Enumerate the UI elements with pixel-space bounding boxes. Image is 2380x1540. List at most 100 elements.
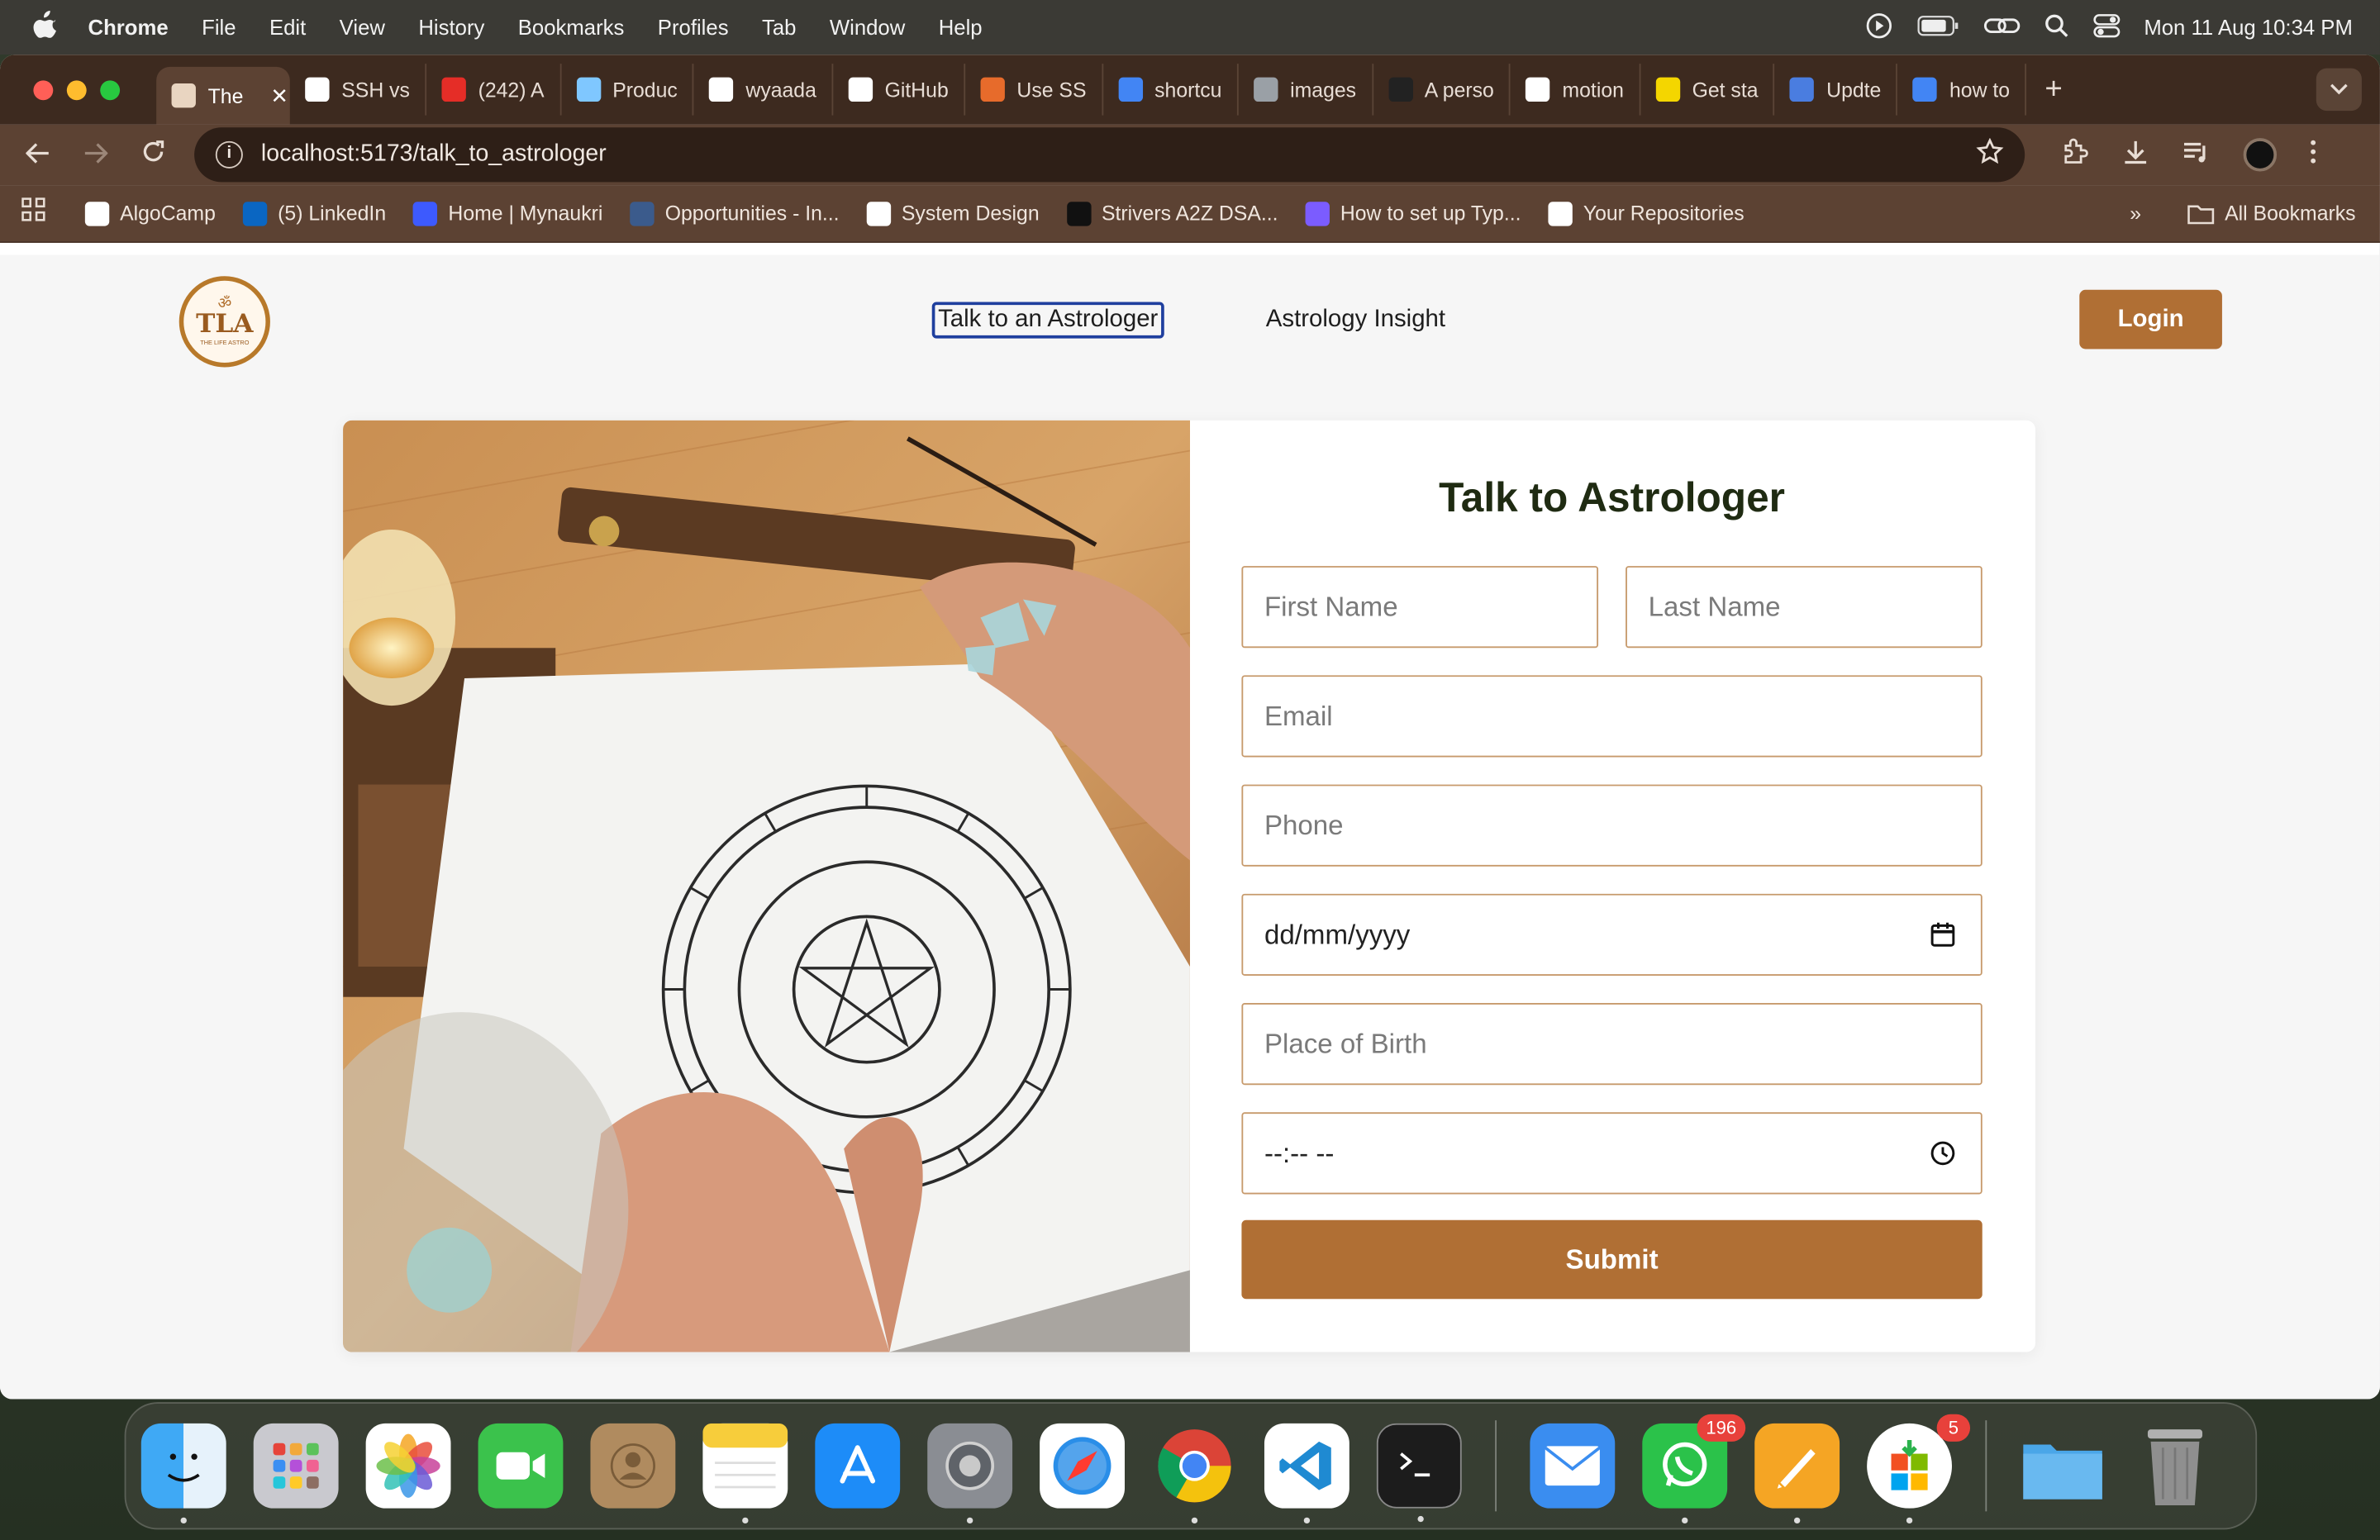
pages-icon[interactable]	[1754, 1423, 1840, 1524]
control-center-icon[interactable]	[2092, 13, 2120, 42]
tab-favicon-icon	[980, 77, 1005, 102]
downloads-folder-icon[interactable]	[2021, 1424, 2106, 1509]
bookmark-item[interactable]: (5) LinkedIn	[242, 201, 386, 226]
site-logo[interactable]: ॐ TLA THE LIFE ASTRO	[178, 276, 270, 368]
url-text[interactable]: localhost:5173/talk_to_astrologer	[261, 141, 607, 169]
safari-icon[interactable]	[1040, 1423, 1125, 1509]
bookmark-favicon-icon	[1548, 201, 1573, 226]
facetime-icon[interactable]	[478, 1423, 564, 1509]
trash-icon[interactable]	[2133, 1424, 2218, 1509]
reload-button[interactable]	[125, 139, 183, 171]
chrome-running-dot	[1191, 1517, 1198, 1524]
clock-icon[interactable]	[1929, 1139, 1956, 1167]
site-info-icon[interactable]: i	[215, 140, 243, 169]
bookmark-star-icon[interactable]	[1976, 136, 2004, 172]
vscode-icon[interactable]	[1264, 1423, 1349, 1524]
menu-profiles[interactable]: Profiles	[658, 15, 729, 39]
microsoft-store-icon[interactable]: 5	[1867, 1414, 1971, 1524]
browser-tab[interactable]: Produc	[561, 64, 694, 116]
link-icon[interactable]	[1983, 13, 2020, 42]
close-window-button[interactable]	[33, 79, 54, 100]
bookmark-item[interactable]: Opportunities - In...	[630, 201, 840, 226]
menubar-clock[interactable]: Mon 11 Aug 10:34 PM	[2144, 15, 2353, 39]
forward-button[interactable]	[67, 139, 125, 171]
login-button[interactable]: Login	[2079, 289, 2222, 349]
system-settings-icon[interactable]	[927, 1423, 1013, 1524]
place-of-birth-input[interactable]: Place of Birth	[1241, 1003, 1983, 1086]
browser-tab[interactable]: Use SS	[965, 64, 1103, 116]
all-bookmarks-button[interactable]: All Bookmarks	[2187, 202, 2356, 225]
browser-tab[interactable]: wyaada	[694, 64, 834, 116]
menu-tab[interactable]: Tab	[762, 15, 796, 39]
address-bar[interactable]: i localhost:5173/talk_to_astrologer	[194, 127, 2025, 183]
chrome-menu-icon[interactable]	[2310, 139, 2316, 171]
nav-talk-to-astrologer[interactable]: Talk to an Astrologer	[931, 302, 1164, 339]
finder-icon[interactable]	[140, 1423, 226, 1524]
browser-tab[interactable]: (242) A	[426, 64, 561, 116]
notes-icon[interactable]	[702, 1423, 788, 1524]
browser-tab[interactable]: motion	[1511, 64, 1641, 116]
play-icon[interactable]	[1864, 12, 1892, 44]
tab-label: Get sta	[1692, 78, 1759, 102]
nav-astrology-insight[interactable]: Astrology Insight	[1266, 307, 1445, 334]
browser-tab[interactable]: SSH vs	[290, 64, 427, 116]
submit-button[interactable]: Submit	[1241, 1219, 1983, 1300]
browser-tab[interactable]: The ✕	[156, 66, 290, 125]
apple-menu-icon[interactable]	[31, 9, 61, 45]
media-controls-icon[interactable]	[2182, 139, 2210, 171]
minimize-window-button[interactable]	[66, 79, 87, 100]
menu-help[interactable]: Help	[939, 15, 983, 39]
menu-view[interactable]: View	[340, 15, 385, 39]
apps-grid-icon[interactable]	[21, 197, 45, 230]
terminal-icon[interactable]	[1376, 1423, 1462, 1523]
bookmark-item[interactable]: Home | Mynaukri	[413, 201, 602, 226]
all-bookmarks-label[interactable]: All Bookmarks	[2225, 202, 2355, 225]
search-icon[interactable]	[2044, 13, 2068, 42]
close-tab-icon[interactable]: ✕	[270, 83, 288, 108]
first-name-input[interactable]: First Name	[1241, 566, 1599, 649]
store-badge: 5	[1936, 1414, 1971, 1442]
zoom-window-button[interactable]	[100, 79, 121, 100]
app-store-icon[interactable]	[815, 1423, 901, 1509]
date-of-birth-input[interactable]: dd/mm/yyyy	[1241, 893, 1983, 976]
browser-tab[interactable]: A perso	[1373, 64, 1511, 116]
bookmark-item[interactable]: System Design	[866, 201, 1040, 226]
chrome-icon[interactable]	[1152, 1424, 1237, 1524]
bookmark-item[interactable]: Strivers A2Z DSA...	[1066, 201, 1278, 226]
tab-favicon-icon	[1526, 77, 1550, 102]
contacts-icon[interactable]	[590, 1423, 676, 1509]
last-name-input[interactable]: Last Name	[1626, 566, 1983, 649]
browser-tab[interactable]: shortcu	[1103, 64, 1239, 116]
browser-tab[interactable]: how to	[1898, 64, 2027, 116]
photos-icon[interactable]	[365, 1423, 451, 1509]
menu-history[interactable]: History	[418, 15, 484, 39]
menu-bookmarks[interactable]: Bookmarks	[518, 15, 625, 39]
battery-icon[interactable]	[1916, 14, 1959, 40]
bookmark-item[interactable]: Your Repositories	[1548, 201, 1745, 226]
mail-icon[interactable]	[1530, 1423, 1616, 1509]
browser-tab[interactable]: Get sta	[1640, 64, 1775, 116]
whatsapp-icon[interactable]: 196	[1642, 1414, 1746, 1524]
launchpad-icon[interactable]	[253, 1423, 339, 1509]
tab-search-button[interactable]	[2316, 68, 2362, 112]
bookmark-item[interactable]: AlgoCamp	[84, 201, 216, 226]
browser-tab[interactable]: GitHub	[833, 64, 965, 116]
profile-avatar[interactable]	[2243, 138, 2278, 172]
downloads-icon[interactable]	[2122, 137, 2149, 172]
extensions-icon[interactable]	[2061, 137, 2088, 172]
menu-file[interactable]: File	[202, 15, 236, 39]
bookmark-item[interactable]: How to set up Typ...	[1305, 201, 1521, 226]
menu-edit[interactable]: Edit	[269, 15, 306, 39]
browser-tab[interactable]: Updte	[1775, 64, 1898, 116]
new-tab-button[interactable]: +	[2044, 72, 2062, 107]
time-of-birth-input[interactable]: --:-- --	[1241, 1112, 1983, 1195]
email-input[interactable]: Email	[1241, 675, 1983, 758]
browser-tab[interactable]: images	[1239, 64, 1373, 116]
phone-input[interactable]: Phone	[1241, 784, 1983, 867]
calendar-icon[interactable]	[1929, 921, 1956, 948]
more-bookmarks-icon[interactable]: »	[2130, 202, 2141, 225]
logo-text: TLA	[196, 308, 254, 340]
menu-app-name[interactable]: Chrome	[88, 15, 169, 39]
back-button[interactable]	[9, 139, 67, 171]
menu-window[interactable]: Window	[830, 15, 905, 39]
